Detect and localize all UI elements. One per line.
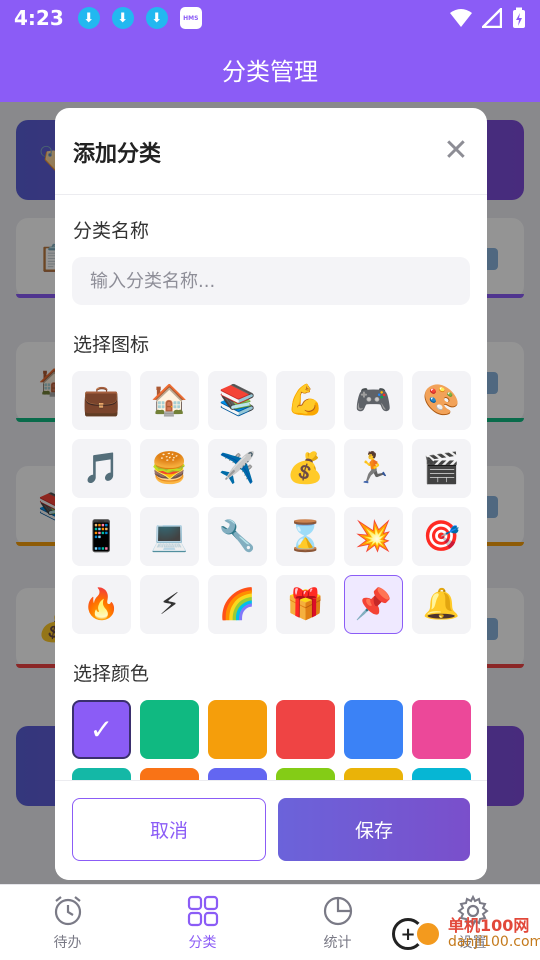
icon-option-explosion-icon[interactable]: 💥	[344, 507, 403, 566]
download-icon: ⬇	[111, 7, 134, 29]
dialog-header: 添加分类 ✕	[55, 108, 487, 195]
icon-option-runner-icon[interactable]: 🏃	[344, 439, 403, 498]
cancel-button[interactable]: 取消	[72, 798, 266, 861]
icon-option-hourglass-icon[interactable]: ⌛	[276, 507, 335, 566]
grid-icon	[187, 895, 218, 926]
icon-option-books-icon[interactable]: 📚	[208, 371, 267, 430]
download-icon: ⬇	[77, 7, 100, 29]
icon-option-money-bag-icon[interactable]: 💰	[276, 439, 335, 498]
save-button[interactable]: 保存	[278, 798, 470, 861]
alarm-clock-icon	[54, 895, 81, 925]
color-swatch[interactable]	[208, 700, 267, 759]
icon-option-game-controller-icon[interactable]: 🎮	[344, 371, 403, 430]
status-bar: 4:23 ⬇ ⬇ ⬇ HMS	[0, 0, 540, 36]
nav-item-statistics[interactable]: 统计	[270, 885, 405, 960]
nav-item-todo[interactable]: 待办	[0, 885, 135, 960]
icon-option-gift-icon[interactable]: 🎁	[276, 575, 335, 634]
icon-option-target-icon[interactable]: 🎯	[412, 507, 471, 566]
icon-option-mobile-phone-icon[interactable]: 📱	[72, 507, 131, 566]
category-name-label: 分类名称	[73, 220, 150, 242]
color-swatch[interactable]	[72, 768, 131, 780]
wifi-icon	[450, 9, 472, 27]
status-time: 4:23	[14, 6, 64, 30]
icon-option-bell-icon[interactable]: 🔔	[412, 575, 471, 634]
color-swatch[interactable]	[208, 768, 267, 780]
icon-option-pushpin-icon[interactable]: 📌	[344, 575, 403, 634]
color-swatch[interactable]	[276, 768, 335, 780]
app-bar: 分类管理	[0, 36, 540, 102]
color-swatch[interactable]	[140, 700, 199, 759]
color-swatch[interactable]	[276, 700, 335, 759]
color-picker-grid: ✓	[72, 700, 472, 780]
icon-option-palette-icon[interactable]: 🎨	[412, 371, 471, 430]
icon-option-wrench-icon[interactable]: 🔧	[208, 507, 267, 566]
hms-icon: HMS	[179, 7, 202, 29]
color-swatch[interactable]	[140, 768, 199, 780]
nav-label: 分类	[188, 934, 217, 951]
color-swatch[interactable]	[412, 768, 471, 780]
signal-icon	[482, 8, 502, 28]
icon-option-clapper-board-icon[interactable]: 🎬	[412, 439, 471, 498]
color-section-label: 选择颜色	[73, 663, 150, 685]
nav-item-categories[interactable]: 分类	[135, 885, 270, 960]
icon-option-rainbow-icon[interactable]: 🌈	[208, 575, 267, 634]
checkmark-icon: ✓	[89, 713, 114, 746]
download-icon: ⬇	[145, 7, 168, 29]
color-swatch[interactable]	[412, 700, 471, 759]
icon-option-computer-icon[interactable]: 💻	[140, 507, 199, 566]
nav-label: 设置	[458, 934, 487, 951]
nav-item-settings[interactable]: 设置	[405, 885, 540, 960]
page-title: 分类管理	[222, 57, 318, 86]
battery-charging-icon	[513, 7, 525, 28]
pie-chart-icon	[323, 896, 352, 925]
color-swatch[interactable]	[344, 768, 403, 780]
gear-icon	[456, 894, 489, 927]
icon-section-label: 选择图标	[73, 334, 150, 356]
icon-option-briefcase-icon[interactable]: 💼	[72, 371, 131, 430]
color-swatch[interactable]	[344, 700, 403, 759]
add-category-dialog: 添加分类 ✕ 分类名称 选择图标 💼🏠📚💪🎮🎨 🎵🍔✈️💰🏃🎬 📱💻🔧⌛💥🎯 🔥⚡🌈🎁…	[55, 108, 487, 880]
nav-label: 统计	[323, 934, 352, 951]
icon-option-lightning-icon[interactable]: ⚡	[140, 575, 199, 634]
bottom-nav: 待办 分类 统计 设置	[0, 884, 540, 960]
icon-option-burger-icon[interactable]: 🍔	[140, 439, 199, 498]
dialog-title: 添加分类	[73, 142, 162, 167]
icon-option-fire-icon[interactable]: 🔥	[72, 575, 131, 634]
icon-picker-grid: 💼 🏠 📚 💪 🎮 🎨 🎵 🍔 ✈️ 💰 🏃 🎬 📱 💻 🔧 ⌛ 💥 🎯 🔥 ⚡ 🌈 🎁 📌 🔔	[72, 371, 472, 634]
icon-option-airplane-icon[interactable]: ✈️	[208, 439, 267, 498]
category-name-input[interactable]	[72, 257, 470, 305]
icon-option-music-note-icon[interactable]: 🎵	[72, 439, 131, 498]
nav-label: 待办	[53, 934, 82, 951]
dialog-footer: 取消 保存	[55, 780, 487, 880]
close-icon[interactable]: ✕	[439, 134, 473, 168]
color-swatch[interactable]: ✓	[72, 700, 131, 759]
icon-option-flexed-biceps-icon[interactable]: 💪	[276, 371, 335, 430]
icon-option-house-icon[interactable]: 🏠	[140, 371, 199, 430]
